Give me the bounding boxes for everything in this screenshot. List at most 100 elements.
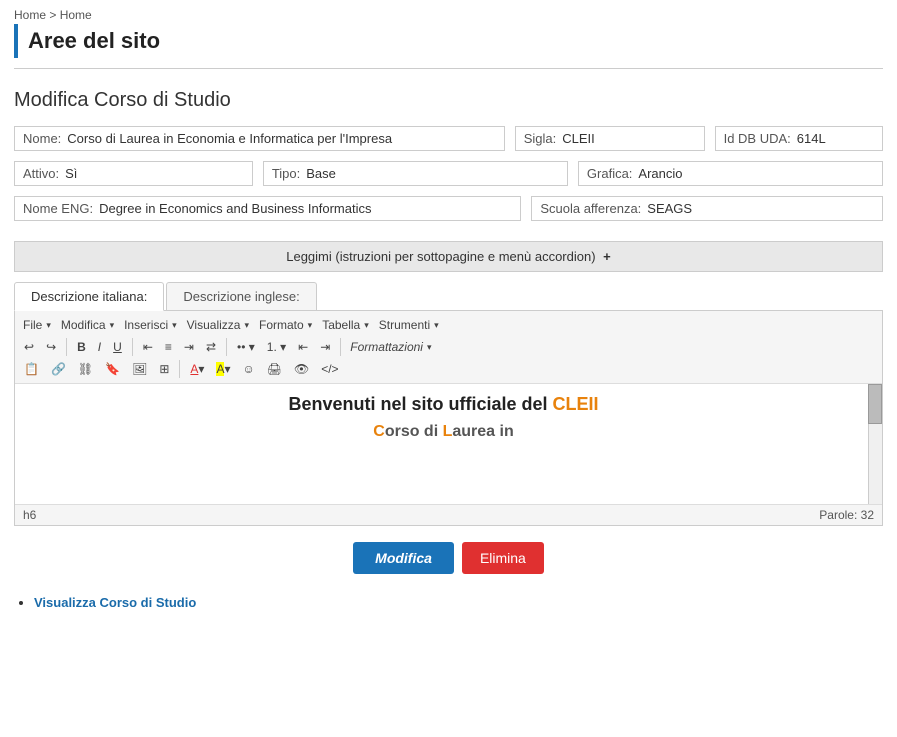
undo-button[interactable]: ↩ bbox=[19, 338, 39, 356]
word-count-value: 32 bbox=[861, 508, 874, 522]
link-button[interactable]: 🔗 bbox=[46, 360, 71, 378]
image-button[interactable]: 🖼 bbox=[127, 360, 152, 378]
tab-descrizione-italiana[interactable]: Descrizione italiana: bbox=[14, 282, 164, 311]
align-center-button[interactable]: ≡ bbox=[160, 338, 177, 356]
leggimi-text: Leggimi bbox=[286, 249, 332, 264]
font-color-button[interactable]: A ▾ bbox=[185, 360, 209, 378]
underline-button[interactable]: U bbox=[108, 338, 127, 356]
grafica-label: Grafica: bbox=[587, 166, 633, 181]
form-row-1: Nome: Sigla: Id DB UDA: bbox=[14, 126, 883, 151]
align-left-button[interactable]: ⇤ bbox=[138, 338, 158, 356]
sigla-field: Sigla: bbox=[515, 126, 705, 151]
format-bar-1: ↩ ↪ B I U ⇤ ≡ ⇥ ⇄ •• ▾ 1. ▾ ⇤ ⇥ Formatta… bbox=[19, 336, 878, 358]
nome-field: Nome: bbox=[14, 126, 505, 151]
page-title: Aree del sito bbox=[28, 28, 883, 54]
nome-input[interactable] bbox=[67, 131, 495, 146]
bg-color-button[interactable]: A ▾ bbox=[211, 360, 235, 378]
tab-descrizione-inglese[interactable]: Descrizione inglese: bbox=[166, 282, 316, 310]
form-row-2: Attivo: Tipo: Grafica: bbox=[14, 161, 883, 186]
editor-container: File ▾ Modifica ▾ Inserisci ▾ Visualizza… bbox=[14, 311, 883, 526]
bold-button[interactable]: B bbox=[72, 338, 91, 356]
italic-button[interactable]: I bbox=[93, 338, 106, 356]
grafica-field: Grafica: bbox=[578, 161, 883, 186]
editor-scrollbar[interactable] bbox=[868, 384, 882, 504]
table-button[interactable]: ⊞ bbox=[154, 360, 174, 378]
separator-5 bbox=[179, 360, 180, 378]
welcome-part1: Benvenuti nel sito ufficiale del bbox=[288, 394, 552, 414]
preview-button[interactable]: 👁 bbox=[289, 360, 314, 378]
menu-file[interactable]: File ▾ bbox=[19, 316, 55, 334]
menu-inserisci[interactable]: Inserisci ▾ bbox=[120, 316, 181, 334]
separator-1 bbox=[66, 338, 67, 356]
menu-inserisci-arrow: ▾ bbox=[172, 320, 177, 331]
leggimi-subtext2: (istruzioni per sottopagine e menù accor… bbox=[335, 249, 595, 264]
welcome-orange: CLEII bbox=[553, 394, 599, 414]
menu-tabella[interactable]: Tabella ▾ bbox=[318, 316, 373, 334]
editor-body[interactable]: Benvenuti nel sito ufficiale del CLEII C… bbox=[15, 384, 882, 504]
tipo-field: Tipo: bbox=[263, 161, 568, 186]
bookmark-button[interactable]: 🔖 bbox=[100, 360, 125, 378]
welcome-text: Benvenuti nel sito ufficiale del CLEII bbox=[25, 394, 862, 415]
leggimi-plus[interactable]: + bbox=[603, 249, 611, 264]
sub-c: C bbox=[373, 423, 385, 440]
form-section: Modifica Corso di Studio Nome: Sigla: Id… bbox=[0, 79, 897, 241]
menu-modifica[interactable]: Modifica ▾ bbox=[57, 316, 118, 334]
source-button[interactable]: </> bbox=[316, 360, 343, 378]
breadcrumb-home2: Home bbox=[60, 8, 92, 22]
action-buttons: Modifica Elimina bbox=[0, 526, 897, 590]
footer-link-item: Visualizza Corso di Studio bbox=[34, 594, 883, 610]
scuola-input[interactable] bbox=[647, 201, 874, 216]
align-justify-button[interactable]: ⇄ bbox=[201, 338, 221, 356]
tipo-label: Tipo: bbox=[272, 166, 300, 181]
word-count-label: Parole: bbox=[819, 508, 857, 522]
elimina-button[interactable]: Elimina bbox=[462, 542, 544, 574]
separator-top bbox=[14, 68, 883, 69]
print-button[interactable]: 🖨 bbox=[262, 360, 287, 378]
attivo-input[interactable] bbox=[65, 166, 244, 181]
footer-links-list: Visualizza Corso di Studio bbox=[14, 594, 883, 610]
visualizza-corso-link[interactable]: Visualizza Corso di Studio bbox=[34, 595, 196, 610]
sub-aurea: aurea in bbox=[452, 423, 513, 440]
unordered-list-button[interactable]: •• ▾ bbox=[232, 338, 260, 356]
tipo-input[interactable] bbox=[306, 166, 559, 181]
tabs-bar: Descrizione italiana: Descrizione ingles… bbox=[14, 282, 883, 311]
iddbuda-field: Id DB UDA: bbox=[715, 126, 883, 151]
nome-eng-field: Nome ENG: bbox=[14, 196, 521, 221]
attivo-field: Attivo: bbox=[14, 161, 253, 186]
indent-button[interactable]: ⇥ bbox=[315, 338, 335, 356]
scuola-field: Scuola afferenza: bbox=[531, 196, 883, 221]
breadcrumb: Home > Home bbox=[0, 0, 897, 24]
page-title-bar: Aree del sito bbox=[14, 24, 883, 58]
editor-status-bar: h6 Parole: 32 bbox=[15, 504, 882, 525]
breadcrumb-home-link[interactable]: Home > bbox=[14, 8, 56, 22]
redo-button[interactable]: ↪ bbox=[41, 338, 61, 356]
menu-strumenti[interactable]: Strumenti ▾ bbox=[375, 316, 443, 334]
grafica-input[interactable] bbox=[638, 166, 874, 181]
menu-file-arrow: ▾ bbox=[46, 320, 51, 331]
format-bar-2: 📋 🔗 ⛓ 🔖 🖼 ⊞ A ▾ A ▾ ☺ 🖨 👁 </> bbox=[19, 358, 878, 380]
formattazioni-dropdown[interactable]: Formattazioni ▾ bbox=[346, 338, 435, 356]
paste-button[interactable]: 📋 bbox=[19, 360, 44, 378]
iddbuda-label: Id DB UDA: bbox=[724, 131, 791, 146]
menu-bar: File ▾ Modifica ▾ Inserisci ▾ Visualizza… bbox=[19, 314, 878, 336]
menu-strumenti-arrow: ▾ bbox=[434, 320, 439, 331]
menu-formato[interactable]: Formato ▾ bbox=[255, 316, 316, 334]
outdent-button[interactable]: ⇤ bbox=[293, 338, 313, 356]
unlink-button[interactable]: ⛓ bbox=[73, 360, 98, 378]
attivo-label: Attivo: bbox=[23, 166, 59, 181]
scuola-label: Scuola afferenza: bbox=[540, 201, 641, 216]
editor-element-type: h6 bbox=[23, 508, 36, 522]
menu-visualizza[interactable]: Visualizza ▾ bbox=[183, 316, 253, 334]
separator-2 bbox=[132, 338, 133, 356]
separator-4 bbox=[340, 338, 341, 356]
align-right-button[interactable]: ⇥ bbox=[179, 338, 199, 356]
ordered-list-button[interactable]: 1. ▾ bbox=[262, 338, 291, 356]
iddbuda-input[interactable] bbox=[797, 131, 874, 146]
modifica-button[interactable]: Modifica bbox=[353, 542, 454, 574]
leggimi-bar[interactable]: Leggimi (istruzioni per sottopagine e me… bbox=[14, 241, 883, 272]
sigla-input[interactable] bbox=[562, 131, 695, 146]
sub-text: Corso di Laurea in bbox=[25, 423, 862, 441]
nome-eng-input[interactable] bbox=[99, 201, 512, 216]
emoji-button[interactable]: ☺ bbox=[237, 360, 259, 378]
scrollbar-thumb[interactable] bbox=[868, 384, 882, 424]
